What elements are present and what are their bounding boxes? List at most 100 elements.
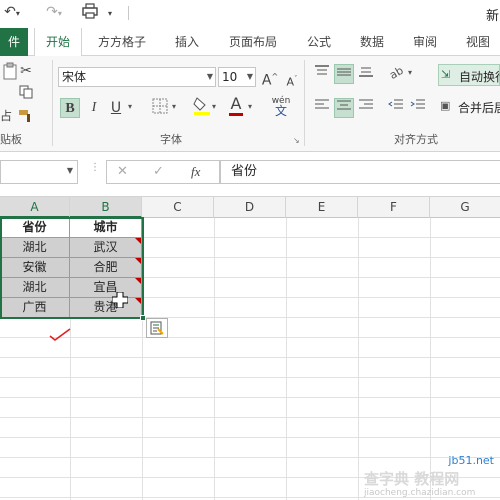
cell-b3-text: 合肥 <box>93 260 118 274</box>
cell-cursor-icon <box>111 291 129 311</box>
cut-icon[interactable]: ✂ <box>16 61 36 81</box>
decrease-indent-icon[interactable] <box>386 98 406 118</box>
comment-indicator <box>135 238 141 244</box>
wrap-text-button[interactable]: ⇲ 自动换行 <box>438 64 500 86</box>
tab-home[interactable]: 开始 <box>34 28 82 57</box>
watermark-site: jb51.net <box>448 454 494 467</box>
cell-b2-text: 武汉 <box>93 240 118 254</box>
tab-formulas[interactable]: 公式 <box>307 28 331 56</box>
cancel-icon[interactable]: ✕ <box>117 164 128 179</box>
formula-bar-grip-icon: ⋮ <box>90 162 100 173</box>
copy-icon[interactable] <box>16 85 36 105</box>
comment-indicator <box>135 278 141 284</box>
merge-center-button[interactable]: ▣ 合并后居 <box>438 96 500 118</box>
red-check-mark-icon <box>48 326 72 345</box>
orientation-dropdown-icon[interactable]: ▾ <box>408 68 412 77</box>
insert-function-icon[interactable]: fx <box>191 164 200 180</box>
font-group-label: 字体 <box>160 133 182 146</box>
align-left-icon[interactable] <box>312 98 332 118</box>
font-color-dropdown-icon[interactable]: ▾ <box>248 102 252 111</box>
comment-indicator <box>135 258 141 264</box>
borders-dropdown-icon[interactable]: ▾ <box>172 102 176 111</box>
middle-align-icon[interactable] <box>334 64 354 84</box>
cell-a1[interactable]: 省份 <box>0 218 70 238</box>
formula-input[interactable]: 省份 <box>220 160 500 184</box>
font-name-select[interactable]: 宋体 ▼ <box>58 67 216 87</box>
font-size-select[interactable]: 10 ▼ <box>218 67 256 87</box>
cell-b2[interactable]: 武汉 <box>70 238 142 258</box>
formula-bar: ▼ ⋮ ✕ ✓ fx 省份 <box>0 152 500 196</box>
font-color-icon[interactable]: A <box>226 94 246 116</box>
ribbon-home: ✂ 占 贴板 宋体 ▼ 10 ▼ A^ Aˇ B I U ▾ ▾ ▾ A ▾ w… <box>0 56 500 152</box>
cell-b4[interactable]: 宜昌 <box>70 278 142 298</box>
merge-center-label: 合并后居 <box>458 101 500 115</box>
cell-a3[interactable]: 安徽 <box>0 258 70 278</box>
bold-button[interactable]: B <box>60 98 80 118</box>
column-header-b[interactable]: B <box>70 197 142 218</box>
tab-review[interactable]: 审阅 <box>413 28 437 56</box>
clipboard-group-label: 贴板 <box>0 133 22 146</box>
cell-b5[interactable]: 贵港 <box>70 298 142 318</box>
italic-button[interactable]: I <box>84 98 104 118</box>
cell-a4[interactable]: 湖北 <box>0 278 70 298</box>
svg-text:ab: ab <box>387 64 405 80</box>
redo-icon[interactable]: ↷▾ <box>44 3 64 21</box>
formula-button-group: ✕ ✓ fx <box>106 160 220 184</box>
title-bar: ↶▾ ↷▾ ▾ 新 <box>0 0 500 28</box>
cell-a5[interactable]: 广西 <box>0 298 70 318</box>
phonetic-guide-icon[interactable]: wén 文 <box>270 96 292 117</box>
tab-view[interactable]: 视图 <box>466 28 490 56</box>
tab-fangfang[interactable]: 方方格子 <box>98 28 146 56</box>
enter-icon[interactable]: ✓ <box>153 164 164 179</box>
watermark: jb51.net 查字典 教程网 jiaocheng.chazidian.com <box>360 454 500 500</box>
fill-color-icon[interactable] <box>192 96 212 116</box>
column-header-e[interactable]: E <box>286 197 358 218</box>
quick-analysis-icon <box>150 321 164 335</box>
column-header-d[interactable]: D <box>214 197 286 218</box>
watermark-url: jiaocheng.chazidian.com <box>364 488 476 498</box>
column-header-c[interactable]: C <box>142 197 214 218</box>
column-headers: A B C D E F G <box>0 196 500 218</box>
name-box[interactable]: ▼ <box>0 160 78 184</box>
quick-analysis-button[interactable] <box>146 318 168 338</box>
increase-indent-icon[interactable] <box>408 98 428 118</box>
cell-b1[interactable]: 城市 <box>70 218 142 238</box>
borders-icon[interactable] <box>150 98 170 118</box>
bottom-align-icon[interactable] <box>356 64 376 84</box>
format-painter-icon[interactable] <box>16 109 36 129</box>
tab-insert[interactable]: 插入 <box>175 28 199 56</box>
tab-data[interactable]: 数据 <box>360 28 384 56</box>
worksheet-grid[interactable]: 省份 城市 湖北 武汉 安徽 合肥 湖北 宜昌 广西 贵港 jb51.net 查… <box>0 217 500 500</box>
column-header-f[interactable]: F <box>358 197 430 218</box>
alignment-group-label: 对齐方式 <box>394 133 438 146</box>
font-dialog-launcher-icon[interactable]: ↘ <box>293 136 300 145</box>
wrap-text-icon: ⇲ <box>441 68 451 81</box>
cell-a2[interactable]: 湖北 <box>0 238 70 258</box>
group-separator <box>52 60 53 146</box>
column-header-g[interactable]: G <box>430 197 500 218</box>
title-divider <box>128 6 129 20</box>
orientation-icon[interactable]: ab <box>386 64 406 84</box>
tab-file[interactable]: 件 <box>0 28 28 56</box>
print-preview-icon[interactable] <box>80 3 100 21</box>
underline-dropdown-icon[interactable]: ▾ <box>128 102 132 111</box>
watermark-name: 查字典 教程网 <box>364 470 460 488</box>
fill-color-dropdown-icon[interactable]: ▾ <box>212 102 216 111</box>
customize-quick-access-icon[interactable]: ▾ <box>100 3 120 21</box>
comment-indicator <box>135 298 141 304</box>
paste-label: 占 <box>0 109 13 123</box>
tab-page-layout[interactable]: 页面布局 <box>229 28 277 56</box>
top-align-icon[interactable] <box>312 64 332 84</box>
name-box-dropdown-icon[interactable]: ▼ <box>67 166 73 175</box>
align-center-icon[interactable] <box>334 98 354 118</box>
column-header-a[interactable]: A <box>0 197 70 218</box>
window-title: 新 <box>486 9 500 24</box>
grow-font-icon[interactable]: A^ <box>260 67 280 89</box>
shrink-font-icon[interactable]: Aˇ <box>282 69 302 89</box>
undo-icon[interactable]: ↶▾ <box>2 3 22 21</box>
underline-button[interactable]: U <box>106 98 126 118</box>
cell-b3[interactable]: 合肥 <box>70 258 142 278</box>
align-right-icon[interactable] <box>356 98 376 118</box>
merge-center-icon: ▣ <box>440 99 451 112</box>
group-separator <box>304 60 305 146</box>
